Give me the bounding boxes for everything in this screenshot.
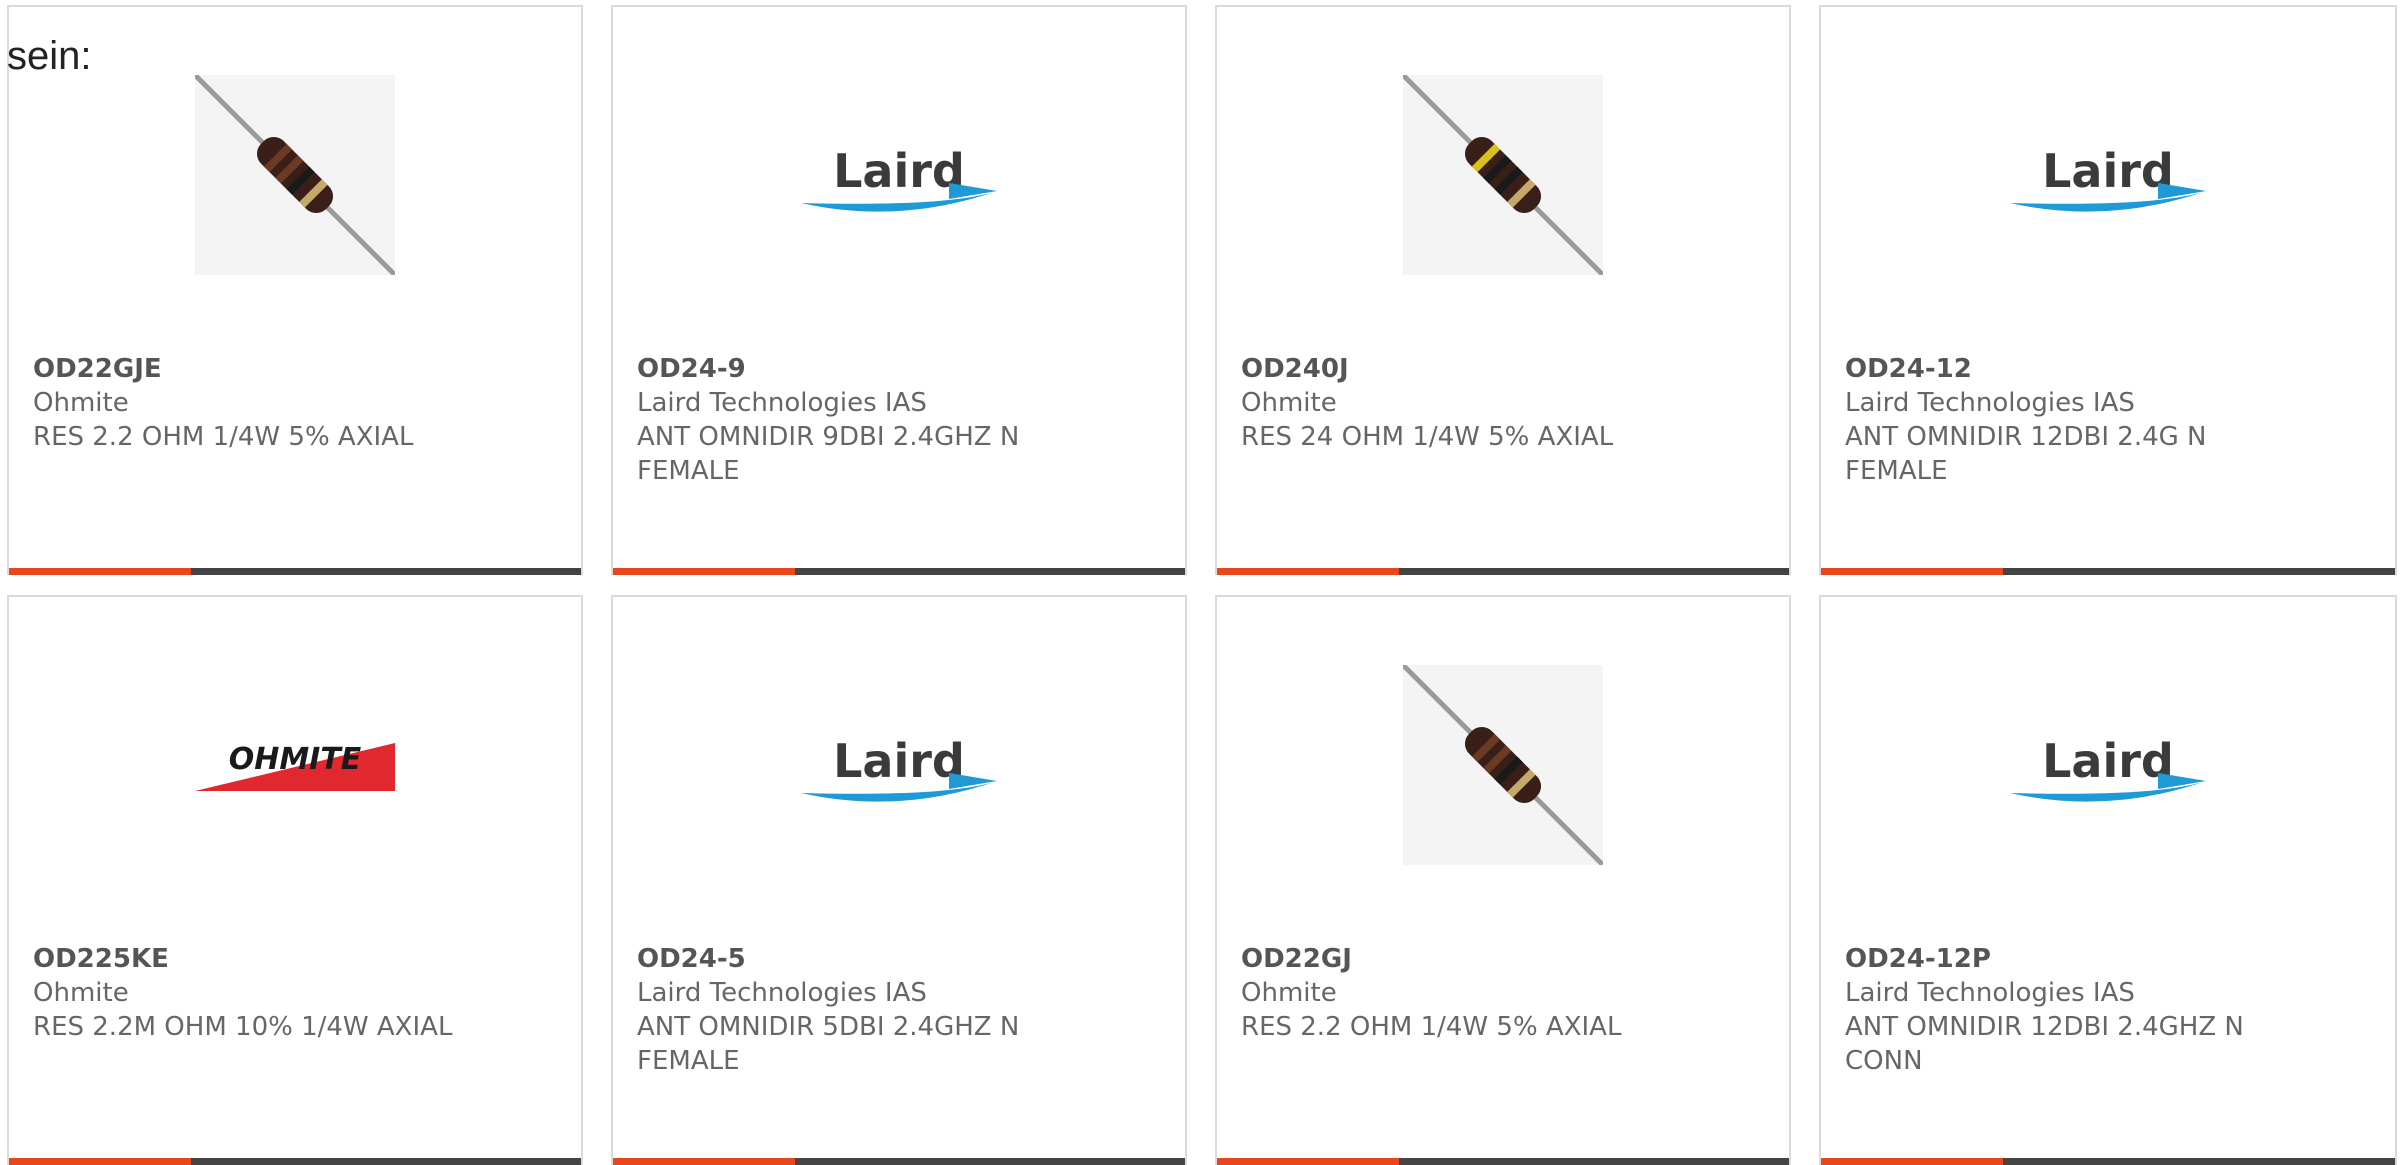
- part-number[interactable]: OD24-12P: [1845, 942, 2305, 976]
- laird-logo: Laird: [2008, 665, 2208, 865]
- part-number[interactable]: OD22GJ: [1241, 942, 1701, 976]
- resistor-image: [195, 75, 395, 275]
- laird-logo: Laird: [799, 75, 999, 275]
- card-bar: [1217, 1158, 1789, 1165]
- product-card[interactable]: OD22GJE Ohmite RES 2.2 OHM 1/4W 5% AXIAL: [7, 5, 583, 575]
- part-number[interactable]: OD24-12: [1845, 352, 2305, 386]
- card-bar: [613, 568, 1185, 575]
- product-card[interactable]: Laird OD24-9 Laird Technologies IAS ANT …: [611, 5, 1187, 575]
- product-card[interactable]: Laird OD24-12 Laird Technologies IAS ANT…: [1819, 5, 2397, 575]
- description: ANT OMNIDIR 12DBI 2.4GHZ N CONN: [1845, 1012, 2244, 1076]
- manufacturer: Ohmite: [33, 388, 129, 418]
- description: RES 24 OHM 1/4W 5% AXIAL: [1241, 422, 1614, 452]
- laird-logo: Laird: [799, 665, 999, 865]
- product-card[interactable]: OD240J Ohmite RES 24 OHM 1/4W 5% AXIAL: [1215, 5, 1791, 575]
- card-bar: [9, 568, 581, 575]
- product-card[interactable]: OHMITE OD225KE Ohmite RES 2.2M OHM 10% 1…: [7, 595, 583, 1165]
- card-bar: [1821, 1158, 2395, 1165]
- manufacturer: Ohmite: [1241, 388, 1337, 418]
- card-bar: [1821, 568, 2395, 575]
- manufacturer: Laird Technologies IAS: [637, 978, 927, 1008]
- card-bar: [9, 1158, 581, 1165]
- manufacturer: Laird Technologies IAS: [1845, 978, 2135, 1008]
- svg-text:OHMITE: OHMITE: [229, 742, 362, 777]
- part-number[interactable]: OD22GJE: [33, 352, 493, 386]
- laird-logo: Laird: [2008, 75, 2208, 275]
- resistor-image: [1403, 665, 1603, 865]
- product-card[interactable]: Laird OD24-5 Laird Technologies IAS ANT …: [611, 595, 1187, 1165]
- resistor-image: [1403, 75, 1603, 275]
- part-number[interactable]: OD240J: [1241, 352, 1701, 386]
- card-bar: [613, 1158, 1185, 1165]
- description: RES 2.2M OHM 10% 1/4W AXIAL: [33, 1012, 453, 1042]
- part-number[interactable]: OD24-5: [637, 942, 1097, 976]
- intro-text: sein:: [7, 34, 92, 78]
- svg-text:Laird: Laird: [2042, 144, 2174, 198]
- svg-text:Laird: Laird: [833, 144, 965, 198]
- description: ANT OMNIDIR 12DBI 2.4G N FEMALE: [1845, 422, 2207, 486]
- description: ANT OMNIDIR 9DBI 2.4GHZ N FEMALE: [637, 422, 1020, 486]
- card-bar: [1217, 568, 1789, 575]
- description: ANT OMNIDIR 5DBI 2.4GHZ N FEMALE: [637, 1012, 1020, 1076]
- part-number[interactable]: OD225KE: [33, 942, 493, 976]
- svg-text:Laird: Laird: [2042, 734, 2174, 788]
- manufacturer: Ohmite: [33, 978, 129, 1008]
- manufacturer: Ohmite: [1241, 978, 1337, 1008]
- description: RES 2.2 OHM 1/4W 5% AXIAL: [1241, 1012, 1622, 1042]
- manufacturer: Laird Technologies IAS: [637, 388, 927, 418]
- description: RES 2.2 OHM 1/4W 5% AXIAL: [33, 422, 414, 452]
- manufacturer: Laird Technologies IAS: [1845, 388, 2135, 418]
- ohmite-logo: OHMITE: [195, 665, 395, 865]
- product-card[interactable]: Laird OD24-12P Laird Technologies IAS AN…: [1819, 595, 2397, 1165]
- product-card[interactable]: OD22GJ Ohmite RES 2.2 OHM 1/4W 5% AXIAL: [1215, 595, 1791, 1165]
- part-number[interactable]: OD24-9: [637, 352, 1097, 386]
- svg-text:Laird: Laird: [833, 734, 965, 788]
